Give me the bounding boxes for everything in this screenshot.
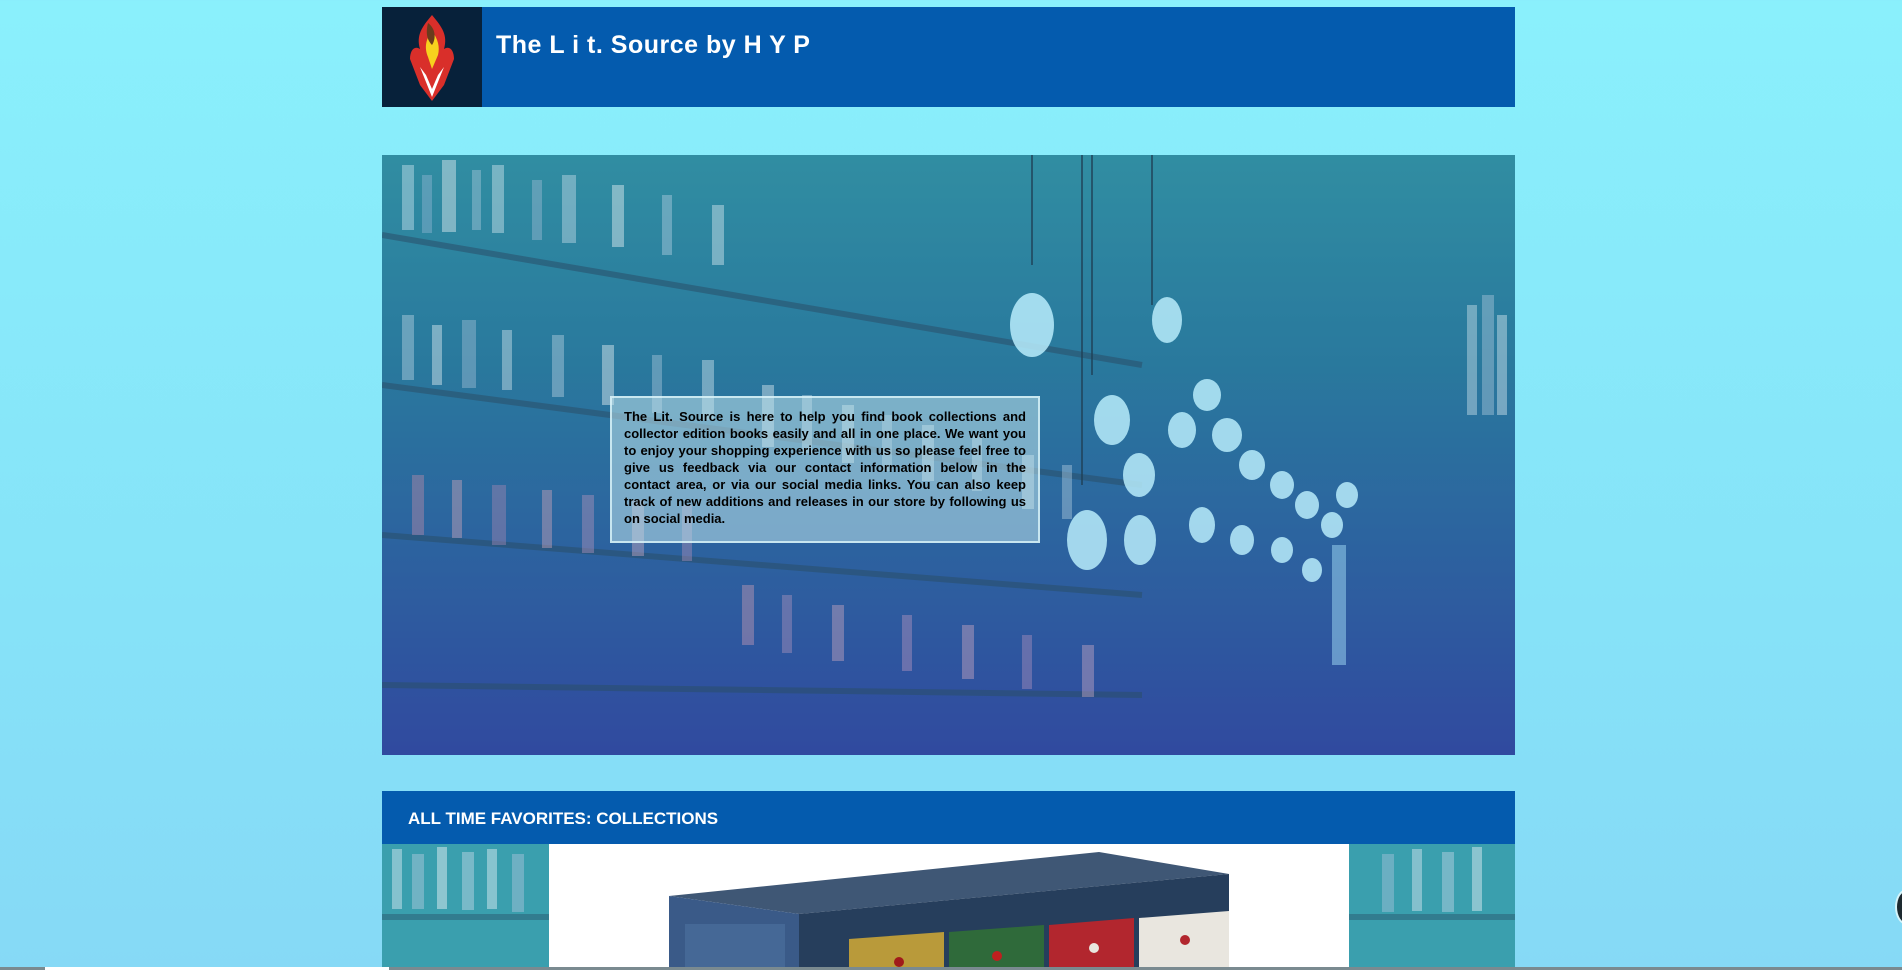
site-title: The L i t. Source by H Y P bbox=[496, 31, 811, 59]
site-logo[interactable] bbox=[382, 7, 482, 107]
collections-section-header: ALL TIME FAVORITES: COLLECTIONS bbox=[382, 791, 1515, 844]
flame-shield-logo-icon bbox=[410, 15, 454, 101]
intro-text: The Lit. Source is here to help you find… bbox=[624, 409, 1026, 526]
collections-carousel bbox=[382, 844, 1515, 970]
site-header: The L i t. Source by H Y P bbox=[382, 7, 1515, 107]
floating-action-icon[interactable] bbox=[1895, 889, 1902, 925]
book-collection-box-image[interactable] bbox=[549, 844, 1349, 970]
hero-banner: The Lit. Source is here to help you find… bbox=[382, 155, 1515, 755]
book-box-set-image bbox=[669, 852, 1229, 970]
intro-text-panel: The Lit. Source is here to help you find… bbox=[610, 396, 1040, 543]
collections-section-title: ALL TIME FAVORITES: COLLECTIONS bbox=[408, 809, 719, 828]
